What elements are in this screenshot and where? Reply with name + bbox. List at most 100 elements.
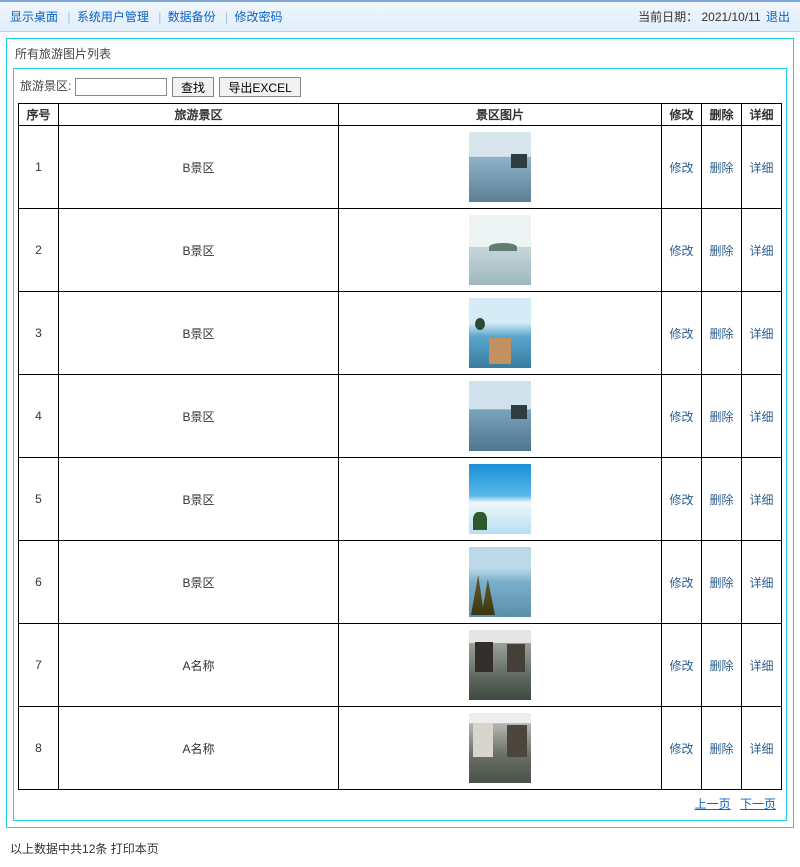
scenic-thumbnail — [469, 713, 531, 783]
detail-link[interactable]: 详细 — [749, 742, 773, 756]
scenic-thumbnail — [469, 215, 531, 285]
delete-link[interactable]: 删除 — [709, 742, 733, 756]
nav-show-desktop[interactable]: 显示桌面 — [10, 10, 58, 24]
cell-image — [339, 458, 662, 541]
detail-link[interactable]: 详细 — [749, 659, 773, 673]
cell-image — [339, 624, 662, 707]
table-row: 7A名称 修改 删除 详细 — [19, 624, 782, 707]
logout-link[interactable]: 退出 — [766, 10, 790, 24]
cell-image — [339, 126, 662, 209]
panel-title: 所有旅游图片列表 — [7, 39, 793, 68]
cell-scenic: B景区 — [59, 126, 339, 209]
detail-link[interactable]: 详细 — [749, 161, 773, 175]
summary-count: 12 — [82, 842, 95, 856]
cell-seq: 7 — [19, 624, 59, 707]
prev-page-link[interactable]: 上一页 — [695, 797, 731, 811]
th-delete: 删除 — [702, 104, 742, 126]
edit-link[interactable]: 修改 — [669, 327, 693, 341]
summary-prefix: 以上数据中共 — [10, 842, 82, 856]
cell-image — [339, 209, 662, 292]
cell-scenic: B景区 — [59, 541, 339, 624]
footer: 以上数据中共12条 打印本页 — [0, 834, 800, 867]
cell-scenic: B景区 — [59, 209, 339, 292]
cell-scenic: A名称 — [59, 707, 339, 790]
cell-seq: 6 — [19, 541, 59, 624]
scenic-thumbnail — [469, 132, 531, 202]
topbar-right: 当前日期： 2021/10/11 退出 — [638, 8, 790, 25]
cell-seq: 2 — [19, 209, 59, 292]
delete-link[interactable]: 删除 — [709, 161, 733, 175]
table-header-row: 序号 旅游景区 景区图片 修改 删除 详细 — [19, 104, 782, 126]
delete-link[interactable]: 删除 — [709, 493, 733, 507]
topbar-links: 显示桌面 | 系统用户管理 | 数据备份 | 修改密码 — [10, 8, 286, 25]
th-seq: 序号 — [19, 104, 59, 126]
table-row: 2B景区 修改 删除 详细 — [19, 209, 782, 292]
th-detail: 详细 — [742, 104, 782, 126]
summary-suffix: 条 — [95, 842, 107, 856]
cell-seq: 1 — [19, 126, 59, 209]
scenic-thumbnail — [469, 464, 531, 534]
pager: 上一页 下一页 — [18, 790, 782, 816]
data-table: 序号 旅游景区 景区图片 修改 删除 详细 1B景区修改删除详细2B景区修改删除… — [18, 103, 782, 790]
search-input[interactable] — [75, 78, 167, 96]
table-row: 1B景区 修改 删除 详细 — [19, 126, 782, 209]
export-excel-button[interactable]: 导出EXCEL — [219, 77, 300, 97]
detail-link[interactable]: 详细 — [749, 493, 773, 507]
date-label: 当前日期： — [638, 10, 698, 24]
table-row: 5B景区 修改 删除 详细 — [19, 458, 782, 541]
edit-link[interactable]: 修改 — [669, 493, 693, 507]
next-page-link[interactable]: 下一页 — [740, 797, 776, 811]
search-row: 旅游景区: 查找 导出EXCEL — [18, 73, 782, 103]
scenic-thumbnail — [469, 547, 531, 617]
nav-change-password[interactable]: 修改密码 — [234, 10, 282, 24]
detail-link[interactable]: 详细 — [749, 244, 773, 258]
nav-data-backup[interactable]: 数据备份 — [168, 10, 216, 24]
scenic-thumbnail — [469, 630, 531, 700]
edit-link[interactable]: 修改 — [669, 410, 693, 424]
table-row: 3B景区 修改 删除 详细 — [19, 292, 782, 375]
find-button[interactable]: 查找 — [172, 77, 214, 97]
edit-link[interactable]: 修改 — [669, 576, 693, 590]
detail-link[interactable]: 详细 — [749, 576, 773, 590]
cell-seq: 5 — [19, 458, 59, 541]
cell-seq: 8 — [19, 707, 59, 790]
edit-link[interactable]: 修改 — [669, 659, 693, 673]
cell-image — [339, 541, 662, 624]
cell-scenic: B景区 — [59, 458, 339, 541]
table-row: 8A名称 修改 删除 详细 — [19, 707, 782, 790]
cell-seq: 3 — [19, 292, 59, 375]
edit-link[interactable]: 修改 — [669, 244, 693, 258]
nav-sep: | — [225, 10, 228, 24]
table-row: 6B景区 修改 删除 详细 — [19, 541, 782, 624]
cell-scenic: B景区 — [59, 292, 339, 375]
cell-image — [339, 375, 662, 458]
cell-scenic: B景区 — [59, 375, 339, 458]
cell-seq: 4 — [19, 375, 59, 458]
scenic-thumbnail — [469, 298, 531, 368]
date-value: 2021/10/11 — [701, 10, 760, 24]
delete-link[interactable]: 删除 — [709, 327, 733, 341]
th-image: 景区图片 — [339, 104, 662, 126]
cell-image — [339, 707, 662, 790]
delete-link[interactable]: 删除 — [709, 659, 733, 673]
edit-link[interactable]: 修改 — [669, 161, 693, 175]
nav-user-mgmt[interactable]: 系统用户管理 — [77, 10, 149, 24]
delete-link[interactable]: 删除 — [709, 244, 733, 258]
th-scenic: 旅游景区 — [59, 104, 339, 126]
table-row: 4B景区 修改 删除 详细 — [19, 375, 782, 458]
search-label: 旅游景区: — [20, 79, 71, 93]
edit-link[interactable]: 修改 — [669, 742, 693, 756]
cell-scenic: A名称 — [59, 624, 339, 707]
delete-link[interactable]: 删除 — [709, 410, 733, 424]
scenic-thumbnail — [469, 381, 531, 451]
panel: 所有旅游图片列表 旅游景区: 查找 导出EXCEL 序号 旅游景区 景区图片 修… — [6, 38, 794, 828]
panel-body: 旅游景区: 查找 导出EXCEL 序号 旅游景区 景区图片 修改 删除 详细 1… — [13, 68, 787, 821]
delete-link[interactable]: 删除 — [709, 576, 733, 590]
th-edit: 修改 — [662, 104, 702, 126]
print-page-link[interactable]: 打印本页 — [111, 842, 159, 856]
topbar: 显示桌面 | 系统用户管理 | 数据备份 | 修改密码 当前日期： 2021/1… — [0, 0, 800, 32]
nav-sep: | — [67, 10, 70, 24]
cell-image — [339, 292, 662, 375]
detail-link[interactable]: 详细 — [749, 410, 773, 424]
detail-link[interactable]: 详细 — [749, 327, 773, 341]
